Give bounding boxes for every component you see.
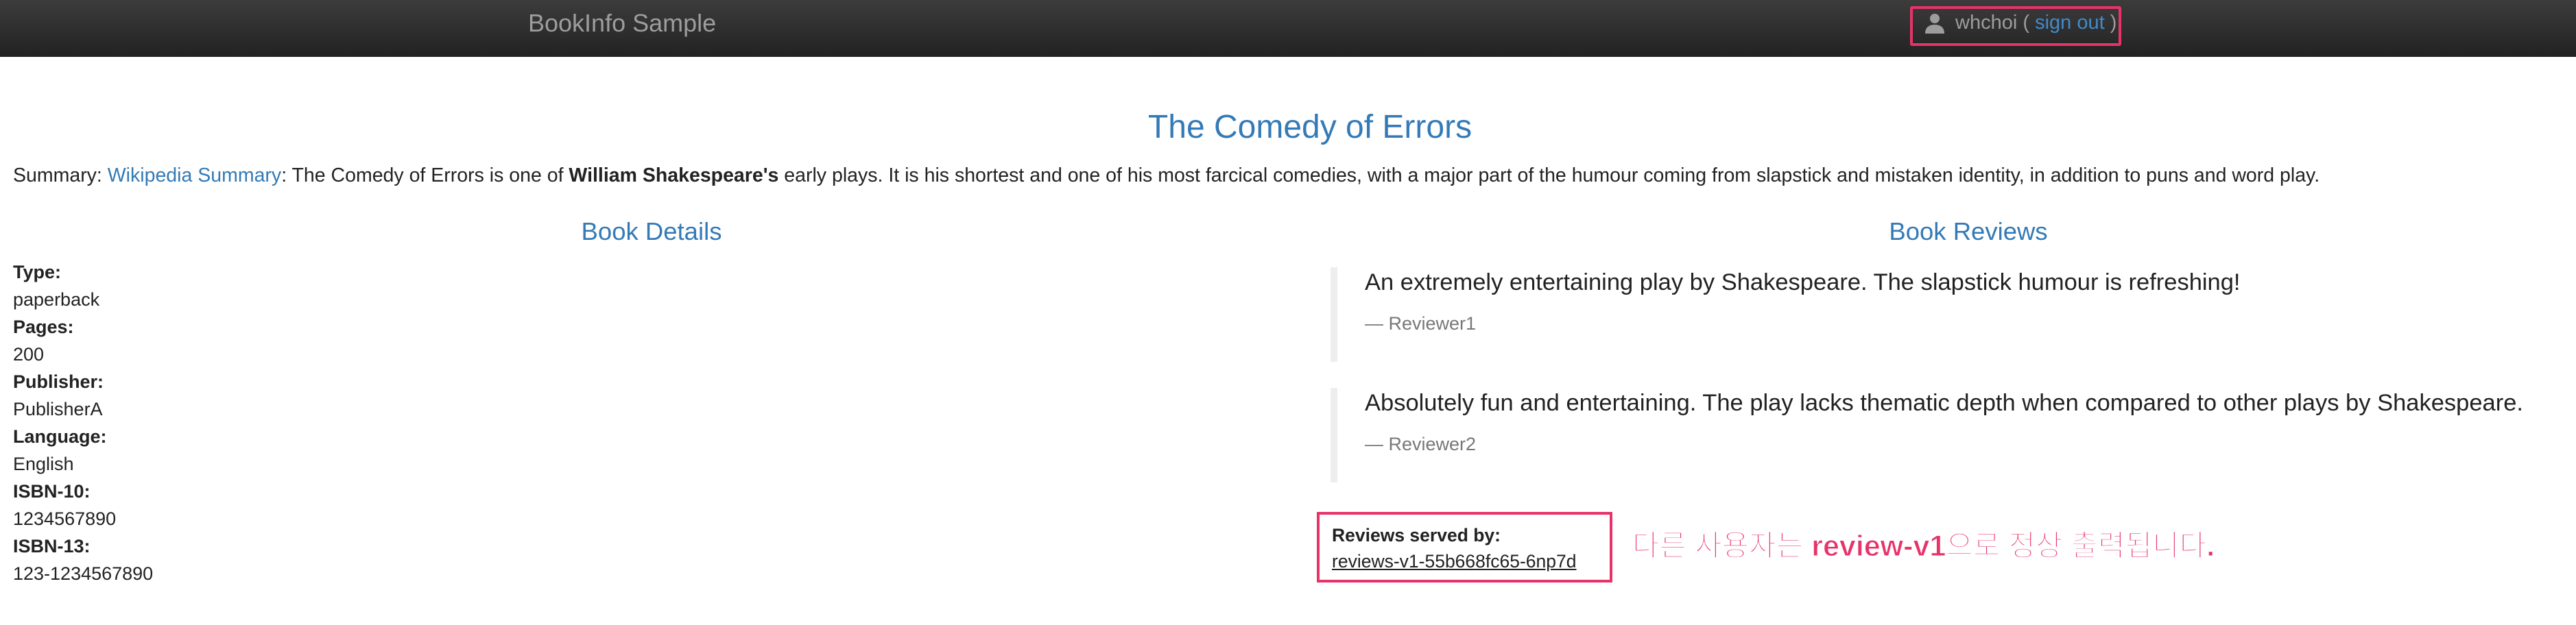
summary-prefix: Summary: [13, 164, 108, 186]
close-paren: ) [2104, 12, 2117, 34]
reviews-served-by-box: Reviews served by: reviews-v1-55b668fc65… [1317, 512, 1612, 583]
review-text: An extremely entertaining play by Shakes… [1365, 269, 2241, 295]
book-details: Type: paperback Pages: 200 Publisher: Pu… [13, 258, 153, 587]
sign-out-link[interactable]: sign out [2035, 12, 2105, 34]
isbn13-value: 123-1234567890 [13, 563, 154, 584]
publisher-label: Publisher: [13, 371, 104, 392]
pages-label: Pages: [13, 317, 74, 337]
page-title: The Comedy of Errors [1147, 109, 1472, 145]
wikipedia-summary-link[interactable]: Wikipedia Summary [108, 164, 281, 186]
user-icon [1925, 14, 1944, 34]
language-label: Language: [13, 426, 107, 447]
book-details-heading: Book Details [581, 217, 722, 245]
annotation-note: 다른 사용자는 review-v1으로 정상 출력됩니다. [1632, 530, 2215, 563]
review-text: Absolutely fun and entertaining. The pla… [1365, 390, 2523, 416]
summary-author: William Shakespeare's [569, 164, 779, 186]
book-reviews-heading: Book Reviews [1889, 217, 2048, 245]
isbn10-value: 1234567890 [13, 508, 117, 529]
summary-text-1: : The Comedy of Errors is one of [281, 164, 569, 186]
publisher-value: PublisherA [13, 399, 103, 419]
pages-value: 200 [13, 344, 45, 365]
navbar: BookInfo Sample whchoi ( sign out ) [0, 0, 2576, 57]
book-summary: Summary: Wikipedia Summary: The Comedy o… [13, 163, 2319, 188]
summary-text-2: early plays. It is his shortest and one … [778, 164, 2320, 186]
user-info: whchoi ( sign out ) [1955, 10, 2116, 36]
served-by-pod: reviews-v1-55b668fc65-6np7d [1332, 551, 1577, 572]
review-item: Absolutely fun and entertaining. The pla… [1331, 388, 2576, 482]
type-value: paperback [13, 289, 100, 310]
type-label: Type: [13, 262, 62, 282]
review-item: An extremely entertaining play by Shakes… [1331, 267, 2576, 362]
review-author: — Reviewer2 [1365, 434, 1477, 454]
isbn10-label: ISBN-10: [13, 481, 91, 502]
served-by-label: Reviews served by: [1332, 525, 1501, 546]
username: whchoi [1955, 12, 2018, 34]
language-value: English [13, 454, 74, 474]
review-author: — Reviewer1 [1365, 313, 1477, 334]
open-paren: ( [2017, 12, 2036, 34]
brand-title[interactable]: BookInfo Sample [528, 8, 716, 38]
isbn13-label: ISBN-13: [13, 536, 91, 556]
